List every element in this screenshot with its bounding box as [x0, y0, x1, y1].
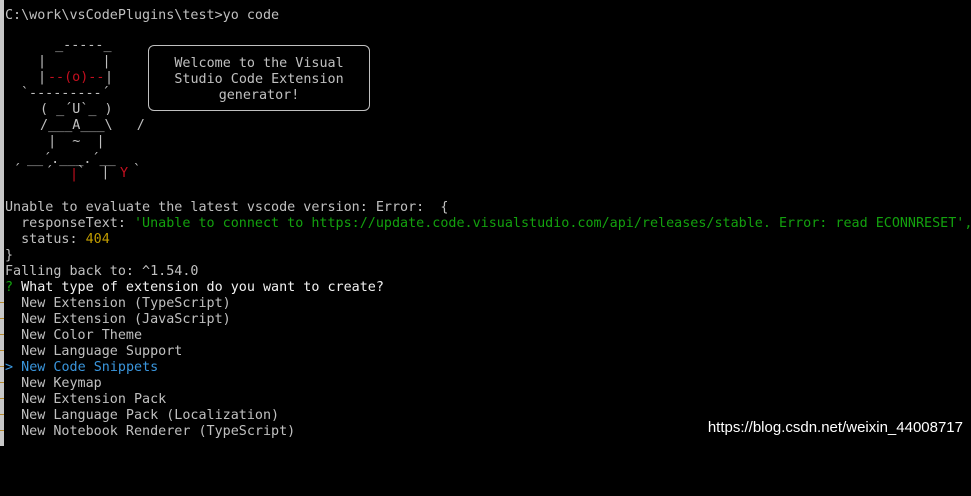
art-brim: `---------´ [21, 86, 110, 101]
response-text-value: 'Unable to connect to https://update.cod… [134, 216, 971, 231]
edge-mark [0, 382, 4, 383]
edge-mark [0, 430, 4, 431]
edge-mark [0, 398, 4, 399]
response-text-line: responseText: 'Unable to connect to http… [5, 216, 971, 232]
command-line: C:\work\vsCodePlugins\test>yo code [5, 8, 280, 23]
edge-mark [0, 366, 4, 367]
edge-mark [0, 414, 4, 415]
status-value: 404 [85, 232, 110, 247]
option-new-language-support[interactable]: New Language Support [5, 344, 182, 360]
art-mouth: ( _´U`_ ) [32, 102, 113, 117]
option-new-color-theme[interactable]: New Color Theme [5, 328, 142, 344]
art-legs: | ~ | [32, 134, 105, 149]
window-left-edge [0, 0, 4, 446]
edge-mark [0, 350, 4, 351]
option-new-extension-javascript[interactable]: New Extension (JavaScript) [5, 312, 231, 328]
art-foot-right-tick: ` [133, 163, 142, 178]
art-face-eye: --(o)-- [48, 70, 105, 85]
option-new-code-snippets[interactable]: > New Code Snippets [5, 360, 158, 376]
response-text-key: responseText: [5, 216, 134, 231]
option-new-language-pack[interactable]: New Language Pack (Localization) [5, 408, 279, 424]
csdn-watermark: https://blog.csdn.net/weixin_44008717 [707, 419, 963, 436]
art-foot-mark: | [70, 167, 79, 182]
prompt-question: ? What type of extension do you want to … [5, 280, 384, 296]
question-text: What type of extension do you want to cr… [13, 280, 384, 295]
status-key: status: [5, 232, 86, 247]
edge-mark [0, 318, 4, 319]
option-new-extension-typescript[interactable]: New Extension (TypeScript) [5, 296, 231, 312]
question-mark-icon: ? [5, 280, 14, 295]
edge-mark [0, 334, 4, 335]
option-new-extension-pack[interactable]: New Extension Pack [5, 392, 166, 408]
option-new-keymap[interactable]: New Keymap [5, 376, 102, 392]
art-foot-y: Y [120, 166, 129, 181]
option-new-notebook-renderer[interactable]: New Notebook Renderer (TypeScript) [5, 424, 295, 440]
art-hat-band: | | [30, 54, 111, 69]
terminal-window[interactable]: C:\work\vsCodePlugins\test>yo code _----… [5, 0, 971, 446]
art-body: /___A___\ / [32, 118, 145, 133]
edge-mark [0, 302, 4, 303]
art-hat-top: _-----_ [39, 38, 112, 53]
status-line: status: 404 [5, 232, 110, 248]
art-face-right: | [105, 70, 114, 85]
art-foot-left-tick: ´ [13, 163, 22, 178]
art-face-left: | [30, 70, 47, 85]
welcome-message: Welcome to the Visual Studio Code Extens… [174, 56, 344, 103]
option-label-selected: New Code Snippets [5, 360, 159, 375]
error-line: Unable to evaluate the latest vscode ver… [5, 200, 449, 215]
close-brace: } [5, 248, 14, 263]
fallback-line: Falling back to: ^1.54.0 [5, 264, 199, 279]
